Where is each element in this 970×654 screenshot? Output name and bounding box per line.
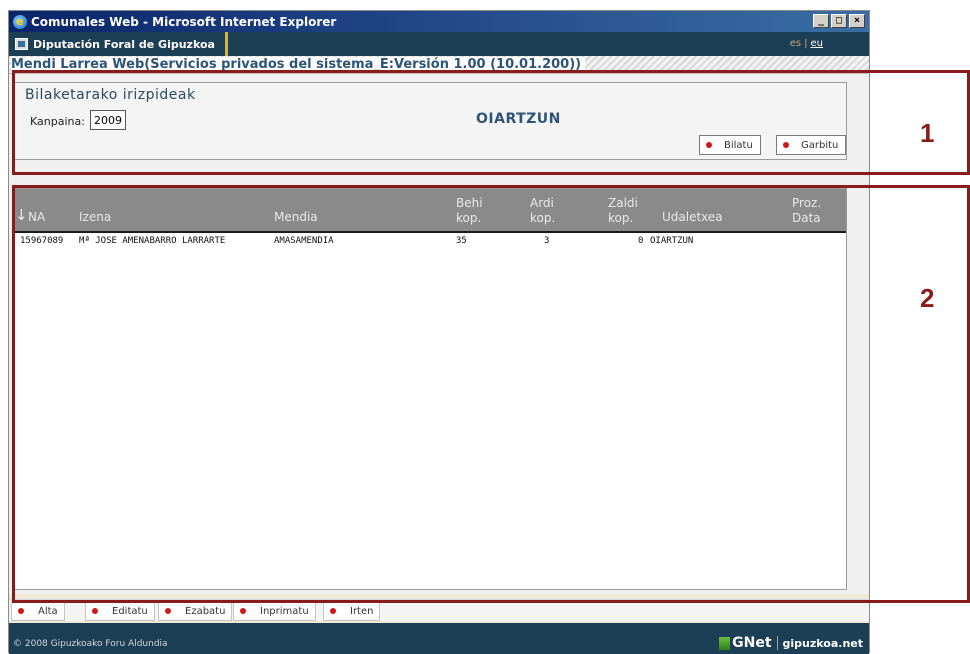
alta-button[interactable]: Alta — [11, 601, 65, 621]
lang-es-link[interactable]: es — [790, 38, 801, 49]
language-switcher: es | eu — [790, 38, 823, 49]
annotation-box-2 — [12, 185, 970, 603]
gnet-logo[interactable]: GNet gipuzkoa.net — [719, 635, 863, 651]
lang-separator: | — [804, 38, 808, 49]
lang-eu-link[interactable]: eu — [811, 38, 824, 49]
editatu-button[interactable]: Editatu — [85, 601, 155, 621]
ezabatu-label: Ezabatu — [185, 605, 226, 617]
close-button[interactable]: × — [849, 14, 865, 28]
red-dot-icon — [92, 608, 98, 614]
app-header: Diputación Foral de Gipuzkoa es | eu — [9, 32, 869, 56]
irten-label: Irten — [350, 605, 374, 617]
footer: © 2008 Gipuzkoako Foru Aldundia GNet gip… — [9, 623, 869, 654]
irten-button[interactable]: Irten — [323, 601, 381, 621]
gnet-divider — [776, 636, 778, 650]
gipuzkoa-net-label: gipuzkoa.net — [782, 636, 863, 650]
inprimatu-label: Inprimatu — [260, 605, 309, 617]
red-dot-icon — [165, 608, 171, 614]
maximize-button[interactable]: □ — [831, 14, 847, 28]
window-title: Comunales Web - Microsoft Internet Explo… — [31, 14, 337, 29]
gnet-label: GNet — [732, 635, 772, 651]
gipuzkoa-logo-icon — [15, 38, 28, 50]
red-dot-icon — [330, 608, 336, 614]
internet-explorer-icon: e — [13, 14, 27, 29]
gnet-square-icon — [719, 636, 731, 650]
window-controls: _ □ × — [813, 14, 865, 28]
ezabatu-button[interactable]: Ezabatu — [158, 601, 233, 621]
copyright-text: © 2008 Gipuzkoako Foru Aldundia — [13, 639, 168, 649]
title-bar: e Comunales Web - Microsoft Internet Exp… — [9, 11, 869, 32]
editatu-label: Editatu — [112, 605, 148, 617]
minimize-button[interactable]: _ — [813, 14, 829, 28]
inprimatu-button[interactable]: Inprimatu — [233, 601, 316, 621]
red-dot-icon — [240, 608, 246, 614]
brand-tab[interactable]: Diputación Foral de Gipuzkoa — [9, 32, 228, 56]
alta-label: Alta — [38, 605, 58, 617]
annotation-box-1 — [12, 70, 970, 175]
annotation-label-2: 2 — [920, 283, 935, 313]
brand-name: Diputación Foral de Gipuzkoa — [33, 37, 215, 51]
annotation-label-1: 1 — [920, 118, 935, 148]
red-dot-icon — [18, 608, 24, 614]
